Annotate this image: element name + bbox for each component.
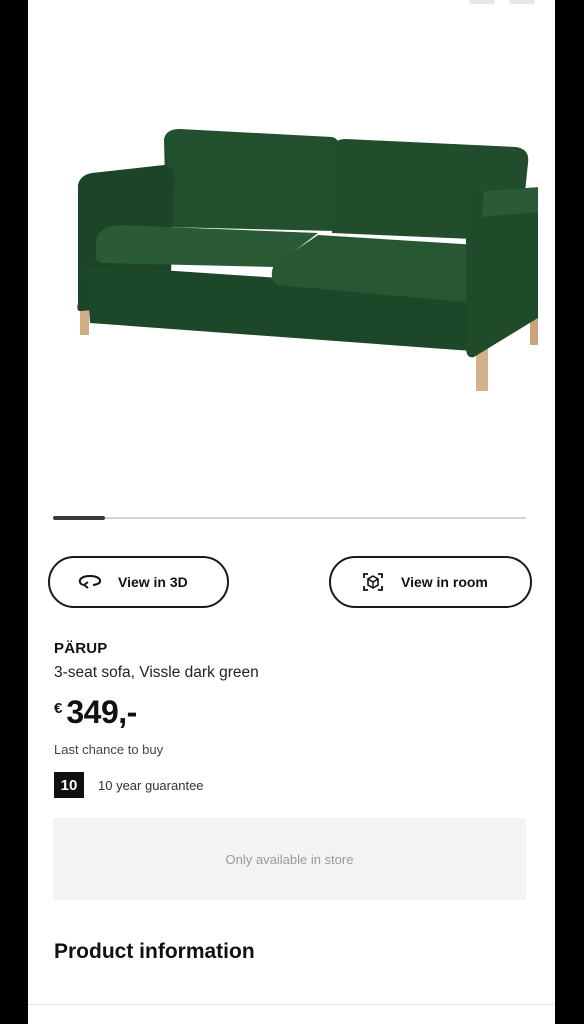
rotate-3d-icon <box>78 574 102 590</box>
availability-box: Only available in store <box>53 818 526 900</box>
product-information-heading[interactable]: Product information <box>54 940 255 964</box>
product-page: View in 3D View in room PÄRUP 3-seat sof… <box>28 0 555 1024</box>
sofa-back-cushion <box>164 129 340 231</box>
price-currency: € <box>54 700 63 717</box>
product-name: PÄRUP <box>54 640 108 657</box>
price-amount: 349,- <box>66 694 137 730</box>
view-in-3d-label: View in 3D <box>118 574 188 590</box>
guarantee-row: 10 10 year guarantee <box>54 772 204 798</box>
view-in-3d-button[interactable]: View in 3D <box>48 556 229 608</box>
guarantee-text: 10 year guarantee <box>98 777 204 793</box>
availability-text: Only available in store <box>225 851 354 867</box>
status-bar <box>425 0 535 6</box>
divider <box>28 1004 555 1005</box>
status-indicator <box>469 0 495 4</box>
product-image[interactable] <box>46 115 538 405</box>
last-chance-label: Last chance to buy <box>54 742 164 757</box>
status-indicator <box>509 0 535 4</box>
ar-cube-icon <box>361 570 385 594</box>
product-price: € 349,- <box>54 694 137 731</box>
product-description: 3-seat sofa, Vissle dark green <box>54 664 259 681</box>
view-in-room-label: View in room <box>401 574 488 590</box>
view-in-room-button[interactable]: View in room <box>329 556 532 608</box>
image-carousel-progress[interactable] <box>53 516 526 520</box>
guarantee-badge: 10 <box>54 772 84 798</box>
carousel-position-indicator <box>53 516 106 520</box>
